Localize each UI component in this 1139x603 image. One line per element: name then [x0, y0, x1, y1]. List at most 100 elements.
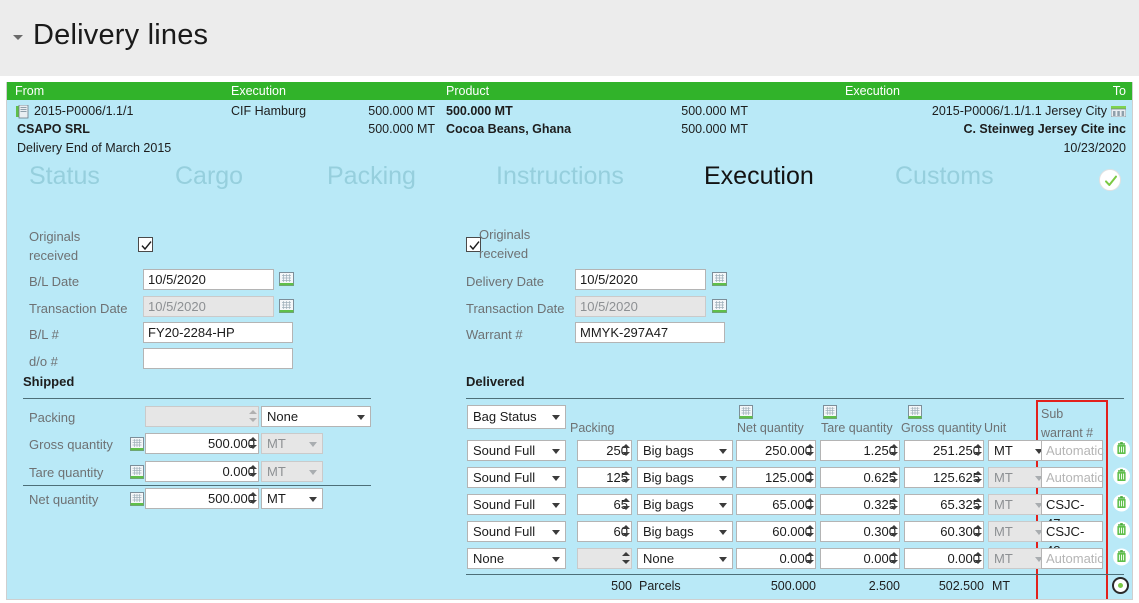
row-net-stepper[interactable]: [804, 495, 815, 514]
check-circle-icon[interactable]: [1099, 169, 1121, 191]
row-sub-warrant-input[interactable]: Automatic: [1041, 467, 1104, 488]
row-bag-status-dropdown[interactable]: Sound Full: [467, 467, 566, 488]
row-net-stepper[interactable]: [804, 522, 815, 541]
row-pack-count-stepper[interactable]: [620, 495, 631, 514]
tab-status[interactable]: Status: [29, 162, 100, 191]
row-tare-stepper[interactable]: [888, 549, 899, 568]
row-tare-stepper[interactable]: [888, 495, 899, 514]
calendar-icon[interactable]: [279, 272, 294, 286]
trash-icon[interactable]: [1113, 548, 1130, 566]
row-bag-status-value: Sound Full: [473, 470, 536, 485]
row-pack-type-dropdown[interactable]: Big bags: [637, 440, 733, 461]
row-bag-status-dropdown[interactable]: None: [467, 548, 566, 569]
row-net-stepper[interactable]: [804, 441, 815, 460]
shipped-originals-received-checkbox[interactable]: [138, 237, 153, 252]
product-name: Cocoa Beans, Ghana: [446, 122, 572, 136]
shipped-packing-type-dropdown[interactable]: None: [261, 406, 371, 427]
shipped-gross-quantity-input[interactable]: 500.000: [145, 433, 259, 454]
row-net-stepper[interactable]: [804, 468, 815, 487]
calculator-icon[interactable]: [739, 405, 753, 419]
row-net-stepper[interactable]: [804, 549, 815, 568]
row-sub-warrant-input[interactable]: Automatic: [1041, 440, 1104, 461]
caret-down-icon[interactable]: [13, 35, 23, 40]
page-title: Delivery lines: [33, 19, 209, 51]
row-pack-type-dropdown[interactable]: None: [637, 548, 733, 569]
row-pack-type-dropdown[interactable]: Big bags: [637, 494, 733, 515]
shipped-tare-stepper[interactable]: [247, 462, 258, 481]
row-gross-stepper[interactable]: [972, 549, 983, 568]
tab-instructions[interactable]: Instructions: [496, 162, 624, 191]
shipped-packing-stepper[interactable]: [247, 407, 258, 426]
row-unit-value: MT: [994, 551, 1013, 566]
row-pack-count-stepper[interactable]: [620, 549, 631, 568]
row-pack-count-stepper[interactable]: [620, 441, 631, 460]
trash-icon[interactable]: [1113, 494, 1130, 512]
add-row-icon[interactable]: [1112, 577, 1129, 594]
calculator-icon[interactable]: [130, 492, 144, 506]
tab-execution[interactable]: Execution: [704, 162, 814, 191]
shipped-net-stepper[interactable]: [247, 489, 258, 508]
from-party: CSAPO SRL: [17, 122, 90, 136]
calendar-icon[interactable]: [712, 272, 727, 286]
shipped-gross-stepper[interactable]: [247, 434, 258, 453]
bag-status-column-label: Bag Status: [473, 409, 537, 424]
calculator-icon[interactable]: [823, 405, 837, 419]
row-tare-stepper[interactable]: [888, 441, 899, 460]
bl-number-input[interactable]: FY20-2284-HP: [143, 322, 293, 343]
calculator-icon[interactable]: [130, 465, 144, 479]
row-gross-stepper[interactable]: [972, 441, 983, 460]
totals-net: 500.000: [770, 579, 816, 593]
bl-date-input[interactable]: 10/5/2020: [143, 269, 274, 290]
shipped-tare-label: Tare quantity: [29, 465, 104, 480]
row-gross-stepper[interactable]: [972, 495, 983, 514]
calendar-icon[interactable]: [279, 299, 294, 313]
row-sub-warrant-input[interactable]: CSJC-47aq: [1041, 494, 1103, 531]
row-gross-stepper[interactable]: [972, 468, 983, 487]
shipped-net-quantity-input[interactable]: 500.000: [145, 488, 259, 509]
tare-quantity-column-header: Tare quantity: [821, 421, 893, 435]
chevron-down-icon: [719, 449, 727, 454]
row-pack-type-dropdown[interactable]: Big bags: [637, 521, 733, 542]
chevron-down-icon: [552, 449, 560, 454]
tab-cargo[interactable]: Cargo: [175, 162, 243, 191]
shipped-net-unit-dropdown[interactable]: MT: [261, 488, 323, 509]
document-icon: [16, 105, 29, 119]
row-bag-status-dropdown[interactable]: Sound Full: [467, 494, 566, 515]
trash-icon[interactable]: [1113, 467, 1130, 485]
row-pack-count-stepper[interactable]: [620, 522, 631, 541]
bag-status-column-dropdown[interactable]: Bag Status: [467, 405, 566, 429]
calendar-icon[interactable]: [712, 299, 727, 313]
summary-header-execution-left: Execution: [231, 84, 286, 98]
row-pack-count-stepper[interactable]: [620, 468, 631, 487]
tab-bar: Status Cargo Packing Instructions Execut…: [7, 158, 1132, 206]
do-number-input[interactable]: [143, 348, 293, 369]
delivered-divider-bottom: [466, 574, 1124, 575]
shipped-gross-unit-value: MT: [267, 436, 286, 451]
shipped-tare-quantity-input[interactable]: 0.000: [145, 461, 259, 482]
row-bag-status-dropdown[interactable]: Sound Full: [467, 521, 566, 542]
trash-icon[interactable]: [1113, 521, 1130, 539]
warrant-number-input[interactable]: MMYK-297A47: [575, 322, 725, 343]
row-pack-type-value: Big bags: [643, 524, 694, 539]
delivered-section-title: Delivered: [466, 374, 525, 389]
row-tare-stepper[interactable]: [888, 522, 899, 541]
delivery-date-input[interactable]: 10/5/2020: [575, 269, 706, 290]
tab-packing[interactable]: Packing: [327, 162, 416, 191]
shipped-tare-unit-dropdown: MT: [261, 461, 323, 482]
shipped-net-label: Net quantity: [29, 492, 99, 507]
row-unit-dropdown: MT: [988, 548, 1049, 569]
execution-left-terms: CIF Hamburg: [231, 104, 307, 118]
trash-icon[interactable]: [1113, 440, 1130, 458]
row-pack-type-dropdown[interactable]: Big bags: [637, 467, 733, 488]
row-sub-warrant-input[interactable]: CSJC-48aq: [1041, 521, 1103, 558]
tab-customs[interactable]: Customs: [895, 162, 994, 191]
row-sub-warrant-input[interactable]: Automatic: [1041, 548, 1104, 569]
calculator-icon[interactable]: [130, 437, 144, 451]
row-bag-status-dropdown[interactable]: Sound Full: [467, 440, 566, 461]
row-unit-dropdown[interactable]: MT: [988, 440, 1049, 461]
warrant-number-label: Warrant #: [466, 327, 523, 342]
to-party: C. Steinweg Jersey Cite inc: [963, 122, 1126, 136]
row-gross-stepper[interactable]: [972, 522, 983, 541]
calculator-icon[interactable]: [908, 405, 922, 419]
row-tare-stepper[interactable]: [888, 468, 899, 487]
